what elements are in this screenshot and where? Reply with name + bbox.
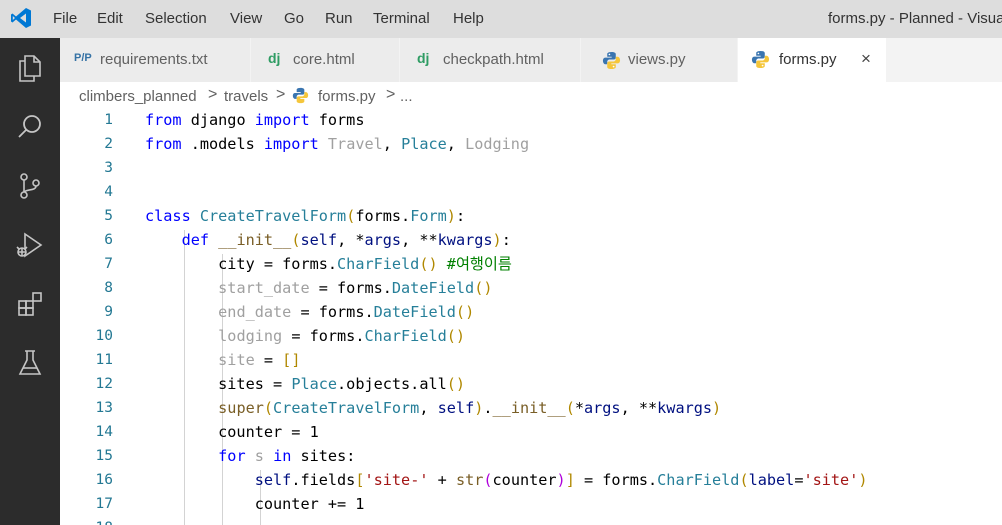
line-number: 4: [104, 184, 113, 200]
line-number: 9: [104, 304, 113, 320]
python-icon: [751, 50, 770, 69]
line-number: 5: [104, 208, 113, 224]
tab-checkpath-html[interactable]: dj checkpath.html: [400, 38, 581, 82]
tab-bar: P/P requirements.txt dj core.html dj che…: [60, 38, 1002, 82]
breadcrumb: climbers_planned > travels > forms.py > …: [60, 82, 1002, 110]
code-line: from .models import Travel, Place, Lodgi…: [145, 135, 530, 153]
code-line: counter += 1: [145, 495, 365, 513]
code-line: lodging = forms.CharField(): [218, 327, 466, 345]
tab-label: core.html: [293, 51, 355, 68]
chevron-right-icon: >: [208, 86, 218, 103]
vscode-logo-icon: [11, 8, 31, 28]
code-line: def __init__(self, *args, **kwargs):: [181, 231, 511, 249]
line-number: 2: [104, 136, 113, 152]
line-number: 16: [95, 472, 113, 488]
breadcrumb-folder[interactable]: climbers_planned: [79, 88, 197, 105]
line-number: 18: [60, 516, 113, 525]
explorer-icon[interactable]: [14, 52, 46, 84]
tab-views-py[interactable]: views.py: [581, 38, 738, 82]
line-number: 14: [95, 424, 113, 440]
breadcrumb-folder[interactable]: travels: [224, 88, 268, 105]
run-debug-icon[interactable]: [14, 229, 46, 261]
line-number: 13: [95, 400, 113, 416]
menu-edit[interactable]: Edit: [97, 10, 123, 27]
code-line: start_date = forms.DateField(): [218, 279, 493, 297]
search-icon[interactable]: [14, 111, 46, 143]
line-number: 15: [95, 448, 113, 464]
tab-label: views.py: [628, 51, 686, 68]
django-icon: dj: [417, 50, 430, 66]
tab-label: requirements.txt: [100, 51, 208, 68]
code-line: end_date = forms.DateField(): [218, 303, 475, 321]
source-control-icon[interactable]: [14, 170, 46, 202]
menu-help[interactable]: Help: [453, 10, 484, 27]
line-number: 3: [104, 160, 113, 176]
tab-label: forms.py: [779, 51, 837, 68]
line-number: 1: [104, 112, 113, 128]
menu-view[interactable]: View: [230, 10, 262, 27]
line-number: 10: [95, 328, 113, 344]
code-line: for s in sites:: [218, 447, 356, 465]
code-line: counter = 1: [145, 423, 319, 441]
python-icon: [292, 87, 309, 104]
tab-core-html[interactable]: dj core.html: [251, 38, 400, 82]
code-line: class CreateTravelForm(forms.Form):: [145, 207, 466, 225]
tab-forms-py[interactable]: forms.py ×: [738, 38, 887, 82]
chevron-right-icon: >: [386, 86, 396, 103]
close-icon[interactable]: ×: [861, 49, 871, 69]
line-number: 7: [104, 256, 113, 272]
django-icon: dj: [268, 50, 281, 66]
python-icon: [602, 51, 621, 70]
code-line: self.fields['site-' + str(counter)] = fo…: [254, 471, 868, 489]
line-number: 11: [95, 352, 113, 368]
activity-bar: [0, 38, 60, 525]
menu-terminal[interactable]: Terminal: [373, 10, 430, 27]
line-number: 17: [95, 496, 113, 512]
pip-icon: P/P: [74, 52, 92, 64]
menu-selection[interactable]: Selection: [145, 10, 207, 27]
window-title: forms.py - Planned - Visua: [828, 10, 1002, 27]
breadcrumb-file[interactable]: forms.py: [318, 88, 376, 105]
menu-file[interactable]: File: [53, 10, 77, 27]
extensions-icon[interactable]: [14, 288, 46, 320]
tab-label: checkpath.html: [443, 51, 544, 68]
chevron-right-icon: >: [276, 86, 286, 103]
menu-go[interactable]: Go: [284, 10, 304, 27]
breadcrumb-symbol[interactable]: ...: [400, 88, 413, 105]
code-line: city = forms.CharField() #여행이름: [145, 255, 512, 273]
tab-requirements-txt[interactable]: P/P requirements.txt: [60, 38, 251, 82]
title-bar: File Edit Selection View Go Run Terminal…: [0, 0, 1002, 38]
menu-run[interactable]: Run: [325, 10, 353, 27]
line-number: 8: [104, 280, 113, 296]
code-line: site = []: [218, 351, 301, 369]
testing-icon[interactable]: [14, 347, 46, 379]
line-number: 6: [104, 232, 113, 248]
code-line: from django import forms: [145, 111, 365, 129]
code-line: super(CreateTravelForm, self).__init__(*…: [218, 399, 722, 417]
line-number: 12: [95, 376, 113, 392]
code-line: sites = Place.objects.all(): [145, 375, 466, 393]
code-editor[interactable]: 1 2 3 4 5 6 7 8 9 10 11 12 13 14 15 16 1…: [60, 110, 1002, 525]
